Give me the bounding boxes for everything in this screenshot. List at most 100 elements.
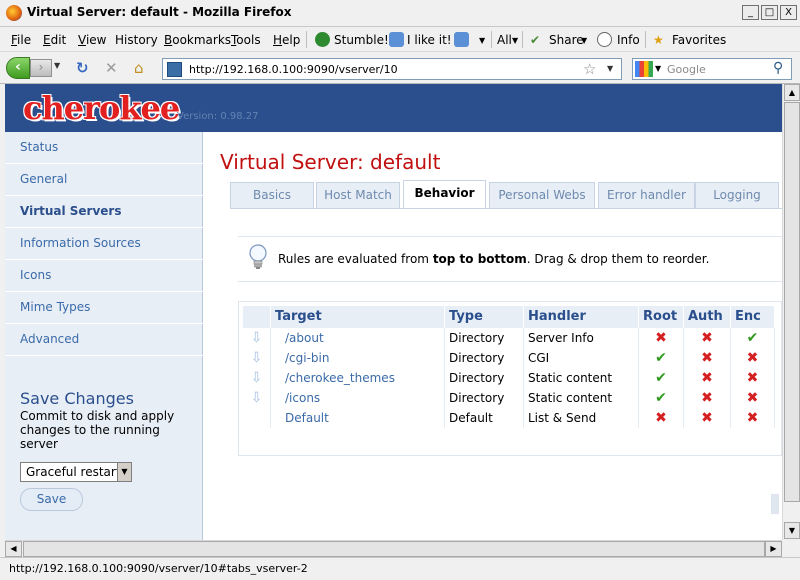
scroll-left-icon[interactable]: ◀ <box>5 541 22 557</box>
tab-logging[interactable]: Logging <box>695 182 779 208</box>
scroll-up-icon[interactable]: ▲ <box>784 84 800 101</box>
firefox-icon <box>6 5 22 21</box>
menu-edit[interactable]: Edit <box>43 33 66 47</box>
table-row[interactable]: ⇩/cherokee_themes Directory Static content… <box>243 368 782 388</box>
sidebar-item-advanced[interactable]: Advanced <box>5 324 203 356</box>
drag-handle-icon[interactable]: ⇩ <box>243 328 271 348</box>
menu-bookmarks[interactable]: Bookmarks <box>164 33 231 47</box>
table-row[interactable]: Default Default List & Send ✖ ✖ ✖ <box>243 408 782 428</box>
sidebar-item-general[interactable]: General <box>5 164 203 196</box>
scroll-right-icon[interactable]: ▶ <box>765 541 782 557</box>
favorites-button[interactable]: Favorites <box>672 33 726 47</box>
cross-icon: ✖ <box>639 328 684 348</box>
stop-icon[interactable]: ✕ <box>105 61 118 76</box>
reload-icon[interactable]: ↻ <box>76 61 89 76</box>
info-text-bold: top to bottom <box>432 252 527 266</box>
restart-mode-select[interactable]: Graceful restart ▼ <box>20 462 132 482</box>
thumbs-up-icon[interactable] <box>389 32 404 47</box>
tab-basics[interactable]: Basics <box>230 182 314 208</box>
rule-target-link[interactable]: /icons <box>271 388 445 408</box>
search-engine-dropdown-icon[interactable]: ▼ <box>655 64 661 73</box>
favorites-star-icon[interactable]: ★ <box>653 33 664 47</box>
cross-icon: ✖ <box>684 368 731 388</box>
url-bar[interactable]: http://192.168.0.100:9090/vserver/10 ☆ ▼ <box>162 58 622 80</box>
tab-host-match[interactable]: Host Match <box>316 182 400 208</box>
menu-view[interactable]: View <box>78 33 106 47</box>
tab-behavior[interactable]: Behavior <box>403 180 486 209</box>
back-button[interactable]: ‹ <box>6 57 30 79</box>
menu-tools[interactable]: Tools <box>231 33 261 47</box>
table-row[interactable]: ⇩/cgi-bin Directory CGI ✔ ✖ ✖ <box>243 348 782 368</box>
info-button[interactable]: Info <box>617 33 640 47</box>
sidebar-item-icons[interactable]: Icons <box>5 260 203 292</box>
select-dropdown-icon[interactable]: ▼ <box>117 463 131 481</box>
share-dropdown-icon[interactable]: ▼ <box>581 36 587 45</box>
rule-target-link[interactable]: /cherokee_themes <box>271 368 445 388</box>
all-dropdown-icon[interactable]: ▼ <box>512 36 518 45</box>
sidebar-item-virtual-servers[interactable]: Virtual Servers <box>5 196 203 228</box>
column-header-target: Target <box>271 306 445 328</box>
rule-type: Directory <box>445 388 524 408</box>
sidebar-item-mime-types[interactable]: Mime Types <box>5 292 203 324</box>
drag-handle-icon[interactable]: ⇩ <box>243 368 271 388</box>
horizontal-scroll-thumb[interactable] <box>23 541 765 557</box>
drag-handle-icon[interactable]: ⇩ <box>243 348 271 368</box>
drag-handle-icon[interactable]: ⇩ <box>243 388 271 408</box>
bookmark-star-icon[interactable]: ☆ <box>583 60 596 78</box>
rule-target-link[interactable]: /about <box>271 328 445 348</box>
column-header-type: Type <box>445 306 524 328</box>
menu-tools-label: ools <box>236 33 261 47</box>
thumbs-down-icon[interactable] <box>454 32 469 47</box>
rule-handler: CGI <box>524 348 639 368</box>
rule-target-link[interactable]: /cgi-bin <box>271 348 445 368</box>
rules-table: Target Type Handler Root Auth Enc ⇩/abou… <box>238 301 782 514</box>
app-header: cherokee Version: 0.98.27 <box>5 84 782 132</box>
check-icon: ✔ <box>639 368 684 388</box>
url-dropdown-icon[interactable]: ▼ <box>607 64 613 73</box>
search-icon[interactable]: ⚲ <box>773 60 783 76</box>
google-icon[interactable] <box>635 61 653 77</box>
table-row[interactable]: ⇩/icons Directory Static content ✔ ✖ ✖ <box>243 388 782 408</box>
all-button[interactable]: All <box>497 33 512 47</box>
rules-scrollbar[interactable] <box>771 494 779 514</box>
horizontal-scrollbar[interactable]: ◀ ▶ <box>5 540 782 557</box>
vertical-scrollbar[interactable]: ▲ ▼ <box>782 84 800 540</box>
stumble-button[interactable]: Stumble! <box>334 33 389 47</box>
table-row[interactable]: ⇩/about Directory Server Info ✖ ✖ ✔ <box>243 328 782 348</box>
menu-help-label: elp <box>282 33 301 47</box>
tab-personal-webs[interactable]: Personal Webs <box>489 182 595 208</box>
thumbs-down-dropdown-icon[interactable]: ▼ <box>479 36 485 45</box>
tab-error-handler[interactable]: Error handler <box>598 182 695 208</box>
close-button[interactable]: X <box>780 5 797 20</box>
menu-help[interactable]: Help <box>273 33 300 47</box>
maximize-button[interactable]: □ <box>761 5 778 20</box>
save-button[interactable]: Save <box>20 488 83 511</box>
search-input[interactable]: Google <box>667 63 706 76</box>
check-icon: ✔ <box>639 348 684 368</box>
rule-handler: List & Send <box>524 408 639 428</box>
home-icon[interactable]: ⌂ <box>134 61 144 76</box>
forward-button[interactable]: › <box>30 59 52 77</box>
cross-icon: ✖ <box>731 368 775 388</box>
share-icon[interactable]: ✔ <box>530 33 540 47</box>
sidebar-item-information-sources[interactable]: Information Sources <box>5 228 203 260</box>
cherokee-logo[interactable]: cherokee <box>23 89 180 127</box>
minimize-button[interactable]: _ <box>742 5 759 20</box>
info-text-prefix: Rules are evaluated from <box>278 252 433 266</box>
like-it-button[interactable]: I like it! <box>407 33 452 47</box>
search-bar[interactable]: ▼ Google ⚲ <box>632 58 792 80</box>
sidebar-item-status[interactable]: Status <box>5 132 203 164</box>
menu-file[interactable]: File <box>11 33 31 47</box>
scroll-down-icon[interactable]: ▼ <box>784 522 800 539</box>
rule-target-link[interactable]: Default <box>271 408 445 428</box>
menu-history[interactable]: History <box>115 33 158 47</box>
url-text[interactable]: http://192.168.0.100:9090/vserver/10 <box>189 63 398 76</box>
history-dropdown-icon[interactable]: ▼ <box>54 61 60 70</box>
menu-view-accel: V <box>78 33 86 47</box>
lightbulb-icon <box>249 244 267 269</box>
vertical-scroll-thumb[interactable] <box>784 102 800 502</box>
share-button[interactable]: Share <box>549 33 584 47</box>
menu-bookmarks-accel: B <box>164 33 173 47</box>
info-icon[interactable] <box>597 32 612 47</box>
stumbleupon-icon[interactable] <box>315 32 330 47</box>
